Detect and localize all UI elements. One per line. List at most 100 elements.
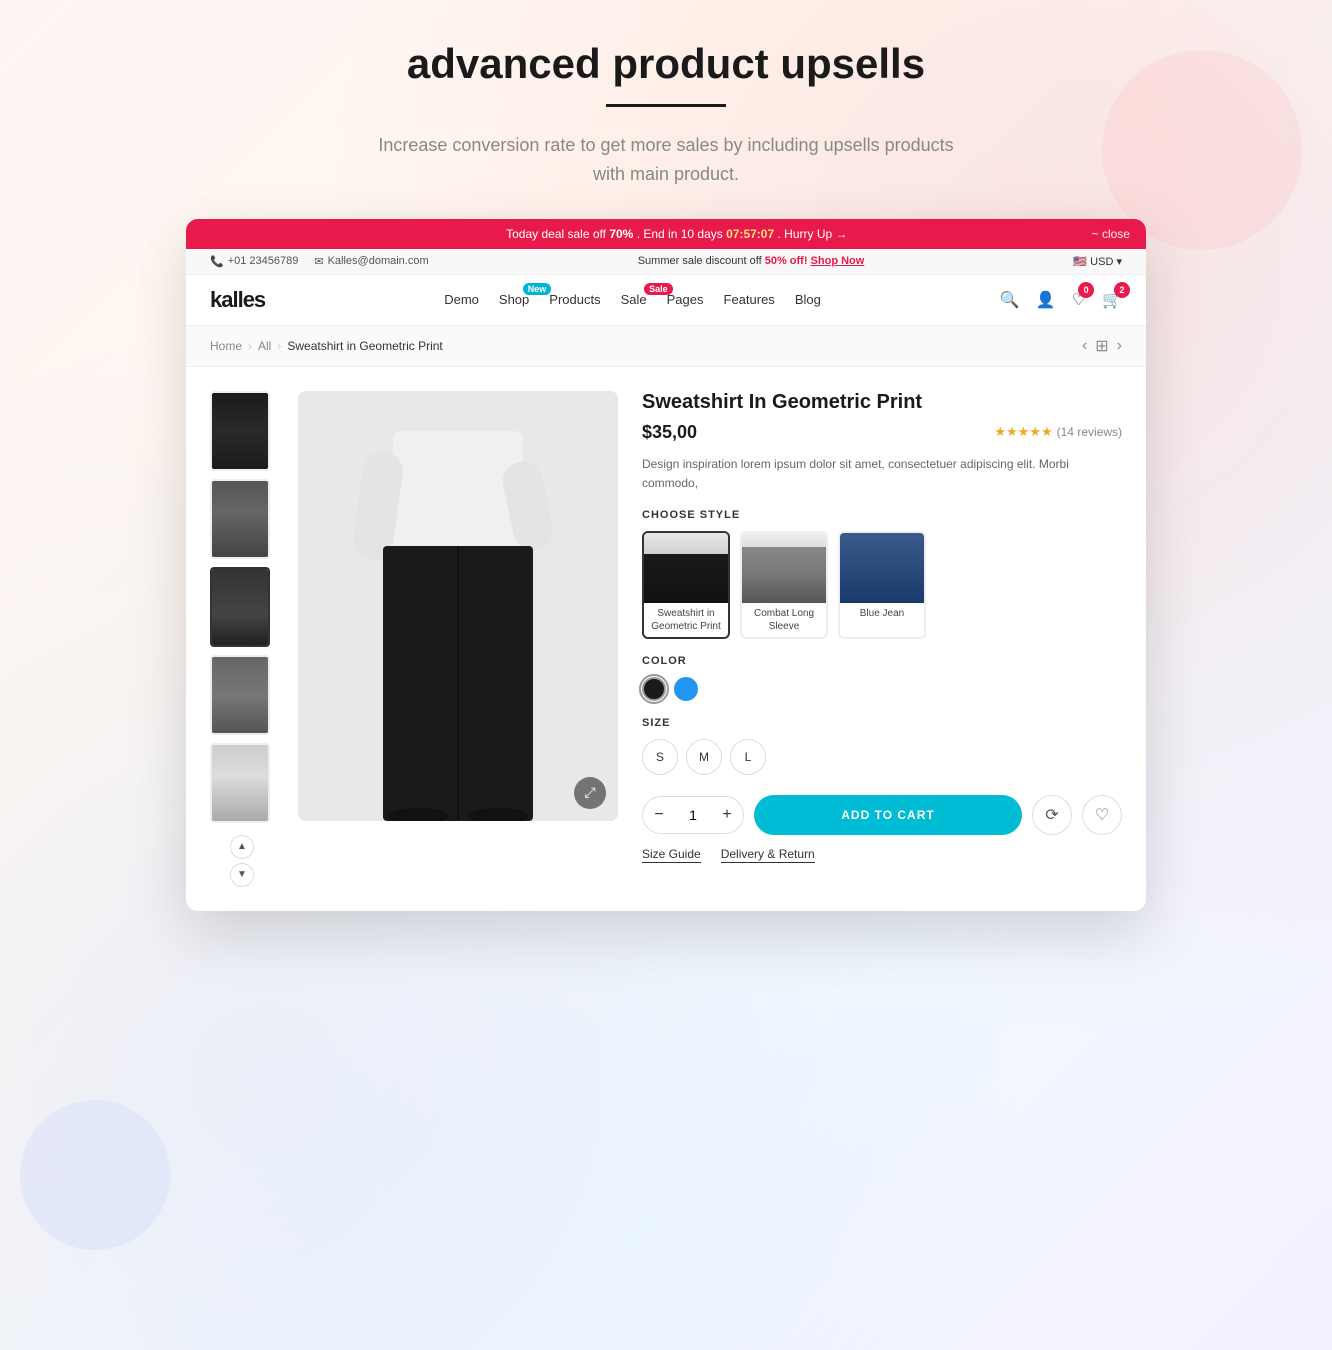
email-icon: ✉ (314, 255, 323, 268)
promo-discount: 70% (609, 227, 633, 241)
color-option-blue[interactable] (674, 677, 698, 701)
nav-link-features[interactable]: Features (724, 292, 775, 307)
contact-info: 📞 +01 23456789 ✉ Kalles@domain.com (210, 255, 429, 268)
nav-item-features[interactable]: Features (724, 291, 775, 309)
nav-link-sale[interactable]: Sale (621, 292, 647, 307)
promo-deal-text: Today deal sale off (506, 227, 606, 241)
breadcrumb-nav: ‹ ⊞ › (1082, 336, 1122, 356)
nav-item-blog[interactable]: Blog (795, 291, 821, 309)
main-image-content (298, 391, 618, 821)
promo-end-label: . End in (637, 227, 678, 241)
quantity-control: − 1 + (642, 796, 744, 834)
breadcrumb-sep-1: › (248, 339, 252, 353)
promo-close-button[interactable]: ~ close (1092, 227, 1130, 241)
color-option-black[interactable] (642, 677, 666, 701)
size-option-m[interactable]: M (686, 739, 722, 775)
style-image-2 (840, 533, 924, 603)
nav-item-products[interactable]: Products (549, 291, 600, 309)
breadcrumb-current: Sweatshirt in Geometric Print (287, 339, 442, 353)
nav-item-demo[interactable]: Demo (444, 291, 479, 309)
next-product-button[interactable]: › (1117, 337, 1122, 355)
promo-text: Today deal sale off 70% . End in 10 days… (506, 227, 847, 241)
shop-now-link[interactable]: Shop Now (811, 255, 865, 267)
cart-row: − 1 + ADD TO CART ⟳ ♡ (642, 795, 1122, 835)
thumbnail-3[interactable] (210, 567, 270, 647)
site-logo[interactable]: kalles (210, 287, 265, 313)
wishlist-count: 0 (1078, 282, 1094, 298)
breadcrumb-sep-2: › (277, 339, 281, 353)
size-options: S M L (642, 739, 1122, 775)
nav-item-pages[interactable]: Pages (667, 291, 704, 309)
thumbnail-1[interactable] (210, 391, 270, 471)
product-rating: ★★★★★ (14 reviews) (994, 424, 1122, 440)
main-nav: kalles Demo Shop New Products Sale Sale … (186, 275, 1146, 326)
style-option-0[interactable]: Sweatshirt inGeometric Print (642, 531, 730, 639)
account-button[interactable]: 👤 (1036, 290, 1056, 310)
product-section: ▲ ▼ (186, 367, 1146, 911)
cart-button[interactable]: 🛒 2 (1102, 290, 1122, 310)
grid-view-button[interactable]: ⊞ (1095, 336, 1108, 356)
quantity-decrease-button[interactable]: − (643, 797, 675, 833)
cart-count: 2 (1114, 282, 1130, 298)
title-divider (606, 104, 726, 107)
page-title: advanced product upsells (366, 40, 966, 88)
wishlist-add-button[interactable]: ♡ (1082, 795, 1122, 835)
add-to-cart-button[interactable]: ADD TO CART (754, 795, 1022, 835)
sale-off: 50% off! (765, 255, 808, 267)
search-button[interactable]: 🔍 (1000, 290, 1020, 310)
delivery-return-link[interactable]: Delivery & Return (721, 847, 815, 863)
nav-item-sale[interactable]: Sale Sale (621, 291, 647, 309)
breadcrumb-all[interactable]: All (258, 339, 271, 353)
thumbnail-4[interactable] (210, 655, 270, 735)
choose-style-label: CHOOSE STYLE (642, 509, 1122, 521)
nav-item-shop[interactable]: Shop New (499, 291, 529, 309)
rating-stars: ★★★★★ (994, 424, 1052, 440)
nav-link-products[interactable]: Products (549, 292, 600, 307)
nav-link-pages[interactable]: Pages (667, 292, 704, 307)
product-illustration (298, 391, 618, 821)
size-option-l[interactable]: L (730, 739, 766, 775)
zoom-button[interactable]: ⤢ (574, 777, 606, 809)
wishlist-button[interactable]: ♡ 0 (1072, 290, 1086, 310)
currency-selector[interactable]: 🇺🇸 USD ▾ (1073, 255, 1122, 268)
product-thumbnails: ▲ ▼ (210, 391, 274, 887)
thumbnail-nav: ▲ ▼ (210, 835, 274, 887)
style-image-1 (742, 533, 826, 603)
breadcrumb-bar: Home › All › Sweatshirt in Geometric Pri… (186, 326, 1146, 367)
size-label: SIZE (642, 717, 1122, 729)
breadcrumb-home[interactable]: Home (210, 339, 242, 353)
prev-product-button[interactable]: ‹ (1082, 337, 1087, 355)
page-header: advanced product upsells Increase conver… (366, 40, 966, 189)
style-option-1[interactable]: Combat Long Sleeve (740, 531, 828, 639)
promo-bar: Today deal sale off 70% . End in 10 days… (186, 219, 1146, 249)
thumbnail-5[interactable] (210, 743, 270, 823)
product-links: Size Guide Delivery & Return (642, 847, 1122, 863)
browser-window: Today deal sale off 70% . End in 10 days… (186, 219, 1146, 911)
info-bar: 📞 +01 23456789 ✉ Kalles@domain.com Summe… (186, 249, 1146, 275)
nav-link-blog[interactable]: Blog (795, 292, 821, 307)
nav-links: Demo Shop New Products Sale Sale Pages F… (444, 291, 821, 309)
product-title: Sweatshirt In Geometric Print (642, 391, 1122, 414)
style-option-2[interactable]: Blue Jean (838, 531, 926, 639)
size-option-s[interactable]: S (642, 739, 678, 775)
thumbnail-prev-button[interactable]: ▲ (230, 835, 254, 859)
quantity-value: 1 (675, 807, 711, 823)
color-options (642, 677, 1122, 701)
quantity-increase-button[interactable]: + (711, 797, 743, 833)
thumbnail-2[interactable] (210, 479, 270, 559)
thumbnail-next-button[interactable]: ▼ (230, 863, 254, 887)
email-address: Kalles@domain.com (328, 255, 429, 267)
decorative-circle-2 (20, 1100, 170, 1250)
phone-number: +01 23456789 (228, 255, 299, 267)
nav-badge-new: New (523, 283, 552, 295)
compare-button[interactable]: ⟳ (1032, 795, 1072, 835)
style-label-0: Sweatshirt inGeometric Print (644, 603, 728, 637)
phone-info: 📞 +01 23456789 (210, 255, 298, 268)
product-price-row: $35,00 ★★★★★ (14 reviews) (642, 422, 1122, 443)
page-subtitle: Increase conversion rate to get more sal… (366, 131, 966, 189)
size-guide-link[interactable]: Size Guide (642, 847, 701, 863)
main-product-image: ⤢ (298, 391, 618, 821)
product-description: Design inspiration lorem ipsum dolor sit… (642, 455, 1122, 493)
nav-link-demo[interactable]: Demo (444, 292, 479, 307)
breadcrumb: Home › All › Sweatshirt in Geometric Pri… (210, 339, 443, 353)
